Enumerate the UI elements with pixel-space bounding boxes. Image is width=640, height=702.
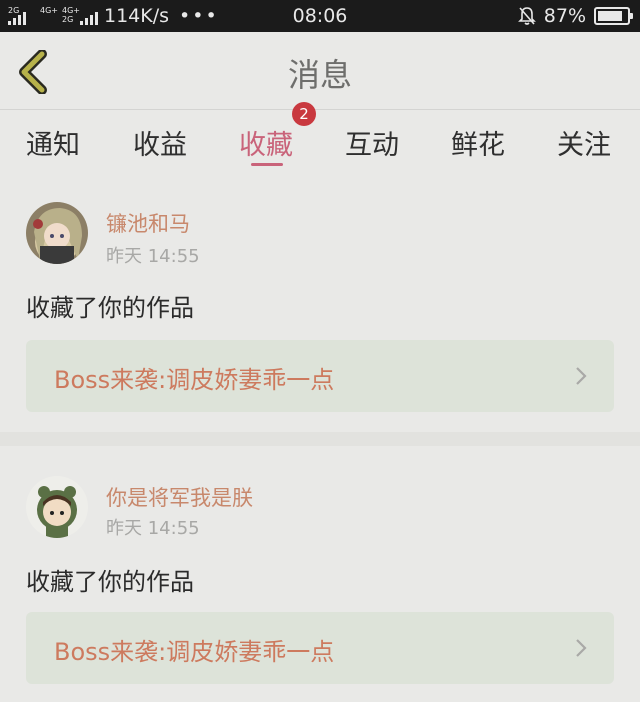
- username[interactable]: 镰池和马: [106, 208, 190, 238]
- header: 消息: [0, 32, 640, 110]
- message-card: 你是将军我是朕 昨天 14:55 收藏了你的作品 Boss来袭:调皮娇妻乖一点: [0, 446, 640, 702]
- bell-off-icon: [517, 7, 536, 25]
- timestamp: 昨天 14:55: [106, 246, 200, 267]
- tab-follows[interactable]: 关注: [557, 123, 611, 162]
- tab-favorites[interactable]: 收藏: [239, 123, 293, 162]
- avatar-image: [26, 476, 88, 538]
- status-bar: 2G 4G+ 4G+ 2G 114K/s ••• 08:06 87%: [0, 0, 640, 32]
- action-text: 收藏了你的作品: [26, 568, 194, 596]
- avatar-image: [26, 202, 88, 264]
- tab-bar: 通知 收益 收藏 互动 鲜花 关注: [0, 111, 640, 175]
- work-link[interactable]: Boss来袭:调皮娇妻乖一点: [26, 340, 614, 412]
- timestamp: 昨天 14:55: [106, 518, 200, 539]
- message-card: 镰池和马 昨天 14:55 收藏了你的作品 Boss来袭:调皮娇妻乖一点: [0, 176, 640, 432]
- page-title: 消息: [287, 56, 352, 94]
- chevron-right-icon: [576, 639, 587, 657]
- tab-flowers[interactable]: 鲜花: [451, 123, 505, 162]
- chevron-right-icon: [576, 367, 587, 385]
- work-title: Boss来袭:调皮娇妻乖一点: [54, 638, 335, 666]
- card-divider: [0, 432, 640, 446]
- action-text: 收藏了你的作品: [26, 294, 194, 322]
- battery-level: [598, 11, 623, 21]
- username[interactable]: 你是将军我是朕: [106, 482, 253, 512]
- tab-earnings[interactable]: 收益: [133, 123, 187, 162]
- tab-interactions[interactable]: 互动: [345, 123, 399, 162]
- work-link[interactable]: Boss来袭:调皮娇妻乖一点: [26, 612, 614, 684]
- unread-badge: 2: [292, 102, 316, 126]
- work-title: Boss来袭:调皮娇妻乖一点: [54, 366, 335, 394]
- avatar[interactable]: [26, 476, 88, 538]
- avatar[interactable]: [26, 202, 88, 264]
- tab-notifications[interactable]: 通知: [26, 123, 80, 162]
- status-right: 87%: [517, 0, 633, 32]
- battery-percent: 87%: [543, 5, 586, 27]
- active-tab-indicator: [251, 163, 283, 166]
- battery-icon: [594, 7, 633, 25]
